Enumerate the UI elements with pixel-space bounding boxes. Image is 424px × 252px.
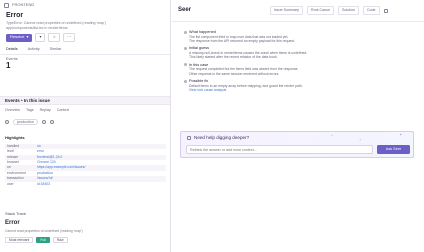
- tab-code[interactable]: Code: [362, 6, 380, 15]
- sparkle-icon: +: [359, 137, 362, 142]
- chevron-down-icon: ▾: [26, 34, 29, 40]
- tab-context[interactable]: Context: [57, 108, 69, 112]
- seer-section: What happened The list component tried t…: [184, 30, 414, 43]
- stack-error-type: Error: [5, 219, 20, 226]
- section-title: Possible fix: [189, 78, 209, 83]
- event-tabs: Overview Tags Replay Context: [0, 106, 170, 114]
- highlights-title: Highlights: [5, 135, 25, 140]
- prompt-title: Need help digging deeper?: [194, 135, 250, 140]
- event-meta-row: production: [0, 115, 170, 129]
- seer-content: What happened The list component tried t…: [172, 22, 424, 92]
- issue-description: TypeError: Cannot read properties of und…: [0, 21, 170, 30]
- events-header: Events • In this issue: [0, 96, 170, 105]
- stack-filter-raw[interactable]: Raw: [52, 237, 68, 244]
- ask-seer-button[interactable]: Ask Seer: [377, 145, 410, 154]
- highlights-table: handled no level error release frontend@1.2…: [5, 143, 166, 187]
- project-icon: [4, 2, 9, 8]
- stats-value: 1: [6, 61, 11, 71]
- more-actions-icon[interactable]: ⋯: [63, 33, 76, 43]
- section-line: The response from the API returned an em…: [189, 38, 295, 43]
- breadcrumb-label[interactable]: FRONTEND: [12, 2, 34, 8]
- clock-icon: [41, 120, 46, 124]
- prompt-input[interactable]: [186, 145, 373, 154]
- environment-badge[interactable]: production: [13, 118, 38, 126]
- tab-replay[interactable]: Replay: [40, 108, 51, 112]
- resolve-label: Resolve: [10, 34, 25, 40]
- bullet-icon: [184, 79, 187, 83]
- resolve-button[interactable]: Resolve ▾: [6, 33, 33, 42]
- highlights-section: Highlights handled no level error release f…: [0, 135, 170, 187]
- stack-error-message: Cannot read properties of undefined (rea…: [5, 228, 83, 233]
- section-title: What happened: [189, 30, 216, 34]
- stack-controls: Most relevant Full Raw: [5, 237, 166, 244]
- sparkle-icon: ✦: [399, 132, 403, 137]
- stack-trace-title: Stack Trace: [5, 211, 27, 216]
- tab-activity[interactable]: Activity: [28, 47, 40, 52]
- tab-root-cause[interactable]: Root Cause: [306, 6, 334, 15]
- stack-filter-full[interactable]: Full: [36, 237, 50, 244]
- highlight-value[interactable]: id:18403: [37, 182, 50, 187]
- chat-icon: [187, 135, 191, 140]
- breadcrumb: FRONTEND: [0, 0, 170, 10]
- bullet-icon: [184, 63, 187, 67]
- bullet-icon: [184, 47, 187, 51]
- sparkle-icon: +: [331, 133, 334, 138]
- section-line: This likely started after the recent ref…: [189, 55, 278, 60]
- seer-section: Initial guess A missing null-check in re…: [184, 46, 414, 59]
- event-stats: Events 1: [0, 55, 170, 73]
- tab-tags[interactable]: Tags: [26, 108, 34, 112]
- archive-button[interactable]: ▾: [35, 33, 46, 43]
- tab-similar[interactable]: Similar: [50, 47, 62, 52]
- stack-filter-most-relevant[interactable]: Most relevant: [5, 237, 34, 244]
- close-icon[interactable]: [383, 8, 388, 13]
- seer-title: Seer: [178, 6, 192, 13]
- section-line: Other requests in the same session rende…: [189, 71, 280, 76]
- globe-icon: [49, 120, 54, 124]
- seer-section: Possible fix Default items to an empty a…: [184, 79, 414, 92]
- highlight-key: user: [7, 181, 14, 186]
- issue-actions: Resolve ▾ ▾ ☆ ⋯: [0, 30, 170, 45]
- tab-solution[interactable]: Solution: [337, 6, 359, 15]
- tab-overview[interactable]: Overview: [5, 108, 20, 112]
- tab-issue-summary[interactable]: Issue Summary: [270, 6, 303, 15]
- tab-details[interactable]: Details: [6, 47, 18, 52]
- highlight-row: user id:18403: [5, 182, 166, 187]
- bullet-icon: [184, 30, 187, 34]
- issue-tabs: Details Activity Similar: [0, 45, 170, 55]
- stack-trace-section: Stack Trace Error Cannot read properties…: [0, 211, 170, 244]
- bookmark-icon[interactable]: ☆: [48, 33, 61, 43]
- user-icon: [5, 120, 9, 124]
- seer-drawer: Seer Issue Summary Root Cause Solution C…: [172, 0, 424, 252]
- root-cause-link[interactable]: View root cause analysis: [184, 88, 414, 92]
- prompt-header: Need help digging deeper?: [181, 132, 413, 144]
- seer-prompt-card: Need help digging deeper? + + ✦ Ask Seer: [180, 131, 414, 158]
- seer-header: Seer Issue Summary Root Cause Solution C…: [172, 0, 424, 22]
- issue-details-pane: FRONTEND Error TypeError: Cannot read pr…: [0, 0, 171, 252]
- seer-section: In this case The request completed but t…: [184, 63, 414, 76]
- issue-title: Error: [6, 12, 24, 19]
- app-root: FRONTEND Error TypeError: Cannot read pr…: [0, 0, 424, 252]
